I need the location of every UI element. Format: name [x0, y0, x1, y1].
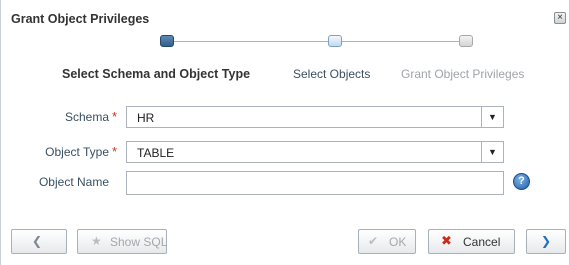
object-type-required-indicator: *	[112, 144, 118, 159]
schema-select[interactable]: HR ▼	[126, 106, 504, 128]
train-label-select-schema[interactable]: Select Schema and Object Type	[62, 67, 250, 81]
show-sql-label: Show SQL	[110, 235, 168, 249]
train-stop-select-schema[interactable]	[160, 35, 174, 47]
object-name-label: Object Name	[38, 175, 109, 189]
train-label-select-objects[interactable]: Select Objects	[293, 67, 370, 81]
schema-required-indicator: *	[112, 109, 118, 124]
train-connector-2	[342, 41, 466, 42]
chevron-down-icon[interactable]: ▼	[481, 107, 503, 127]
schema-row: Schema * HR ▼	[1, 106, 570, 128]
chevron-right-icon: ❯	[541, 234, 552, 248]
train-connector-1	[174, 41, 335, 42]
next-button[interactable]: ❯	[526, 229, 566, 254]
star-icon: ★	[91, 234, 102, 248]
back-button[interactable]: ❮	[11, 229, 67, 254]
object-type-select[interactable]: TABLE ▼	[126, 141, 504, 163]
ok-label: OK	[389, 235, 407, 249]
check-icon: ✔	[368, 234, 379, 248]
object-name-input[interactable]	[126, 171, 504, 195]
dialog-title: Grant Object Privileges	[11, 12, 150, 26]
train-stop-grant-privileges	[459, 35, 473, 47]
chevron-down-icon[interactable]: ▼	[481, 142, 503, 162]
object-type-value: TABLE	[137, 146, 175, 160]
train-label-grant-privileges: Grant Object Privileges	[401, 67, 525, 81]
object-name-row: Object Name ?	[1, 171, 570, 195]
help-icon[interactable]: ?	[513, 173, 530, 190]
close-icon[interactable]: ×	[554, 12, 566, 24]
object-type-label: Object Type	[45, 145, 109, 159]
ok-button[interactable]: ✔ OK	[358, 229, 416, 254]
object-type-row: Object Type * TABLE ▼	[1, 141, 570, 163]
show-sql-button[interactable]: ★ Show SQL	[77, 229, 167, 254]
schema-value: HR	[137, 111, 155, 125]
chevron-left-icon: ❮	[32, 234, 43, 248]
grant-object-privileges-dialog: Grant Object Privileges × Select Schema …	[0, 0, 570, 265]
train-stop-select-objects[interactable]	[328, 35, 342, 47]
x-icon: ✖	[441, 233, 452, 248]
cancel-label: Cancel	[463, 235, 501, 249]
cancel-button[interactable]: ✖ Cancel	[428, 229, 515, 254]
wizard-train: Select Schema and Object Type Select Obj…	[1, 32, 570, 87]
schema-label: Schema	[64, 110, 109, 124]
